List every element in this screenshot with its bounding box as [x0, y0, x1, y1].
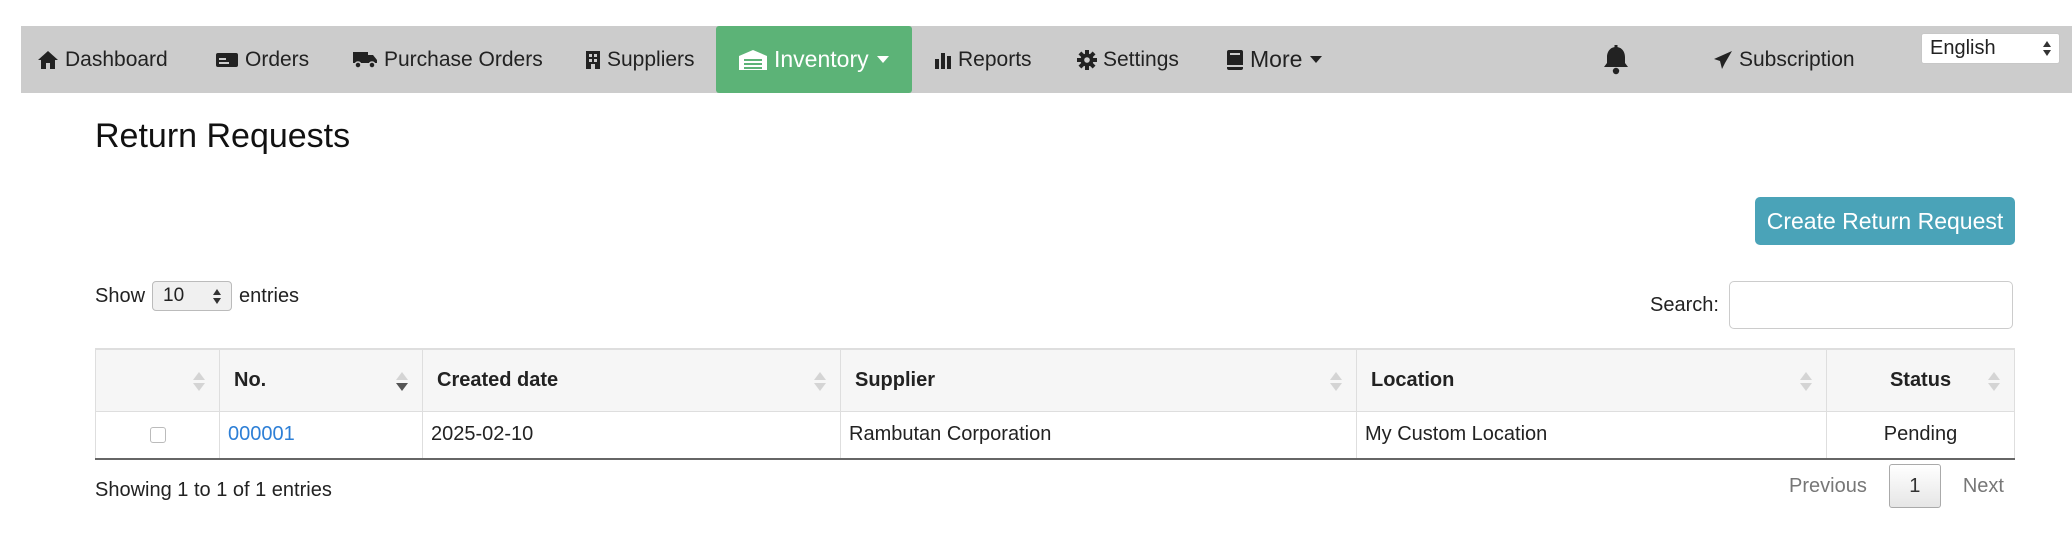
search-input[interactable] [1728, 281, 2013, 329]
top-navbar: Dashboard Orders Purchase Orders Supplie… [21, 26, 2072, 93]
column-header-created-date[interactable]: Created date [422, 349, 841, 412]
next-page-button[interactable]: Next [1941, 475, 2026, 498]
nav-settings[interactable]: Settings [1077, 26, 1179, 93]
table-search: Search: [1650, 281, 2013, 329]
nav-label: More [1250, 46, 1303, 72]
warehouse-icon [739, 49, 767, 70]
entries-label: entries [239, 284, 300, 307]
bell-icon [1604, 44, 1628, 74]
row-checkbox[interactable] [149, 426, 166, 443]
table-info: Showing 1 to 1 of 1 entries [95, 479, 332, 501]
table-header-row: No. Created date Supplier Location Statu… [95, 349, 2015, 412]
row-select-cell [95, 411, 220, 459]
return-request-link[interactable]: 000001 [228, 423, 295, 445]
sort-icon [1988, 372, 2000, 391]
column-header-select[interactable] [95, 349, 220, 412]
building-icon [586, 50, 600, 69]
book-icon [1227, 49, 1243, 70]
page-length-control: Show 10 entries [95, 281, 299, 311]
language-select[interactable]: English [1921, 33, 2060, 64]
nav-suppliers[interactable]: Suppliers [585, 26, 695, 93]
gear-icon [1077, 49, 1097, 70]
sort-desc-icon [396, 372, 408, 391]
page-button-current[interactable]: 1 [1888, 464, 1941, 508]
nav-reports[interactable]: Reports [934, 26, 1032, 93]
column-header-location[interactable]: Location [1356, 349, 1827, 412]
sort-icon [1330, 372, 1342, 391]
cell-status: Pending [1883, 423, 1958, 446]
show-label: Show [95, 284, 146, 307]
nav-orders[interactable]: Orders [215, 26, 309, 93]
select-arrows-icon [213, 288, 222, 304]
nav-label: Settings [1103, 47, 1179, 71]
nav-label: Suppliers [607, 47, 695, 71]
cell-created-date: 2025-02-10 [422, 411, 841, 459]
nav-dashboard[interactable]: Dashboard [37, 26, 168, 93]
nav-inventory[interactable]: Inventory [716, 26, 912, 93]
sort-icon [193, 372, 205, 391]
nav-label: Orders [245, 47, 310, 71]
pagination: Previous 1 Next [1767, 464, 2026, 508]
nav-purchase-orders[interactable]: Purchase Orders [352, 26, 543, 93]
notifications-button[interactable] [1602, 26, 1630, 93]
table-row: 000001 2025-02-10 Rambutan Corporation M… [95, 411, 2015, 459]
nav-subscription[interactable]: Subscription [1713, 26, 1855, 93]
nav-label: Dashboard [65, 47, 168, 71]
page-title: Return Requests [95, 117, 351, 155]
cell-no: 000001 [219, 411, 423, 459]
truck-icon [353, 51, 377, 69]
paper-plane-icon [1714, 50, 1732, 69]
previous-page-button[interactable]: Previous [1767, 475, 1889, 498]
credit-card-icon [216, 52, 238, 67]
column-header-no[interactable]: No. [219, 349, 423, 412]
cell-supplier: Rambutan Corporation [840, 411, 1357, 459]
sort-icon [814, 372, 826, 391]
nav-label: Purchase Orders [384, 47, 543, 71]
chevron-down-icon [876, 56, 889, 63]
page-length-select[interactable]: 10 [152, 281, 233, 311]
page-length-value: 10 [163, 285, 185, 306]
language-value: English [1930, 37, 1996, 59]
search-label: Search: [1650, 293, 1719, 316]
create-return-request-button[interactable]: Create Return Request [1755, 197, 2015, 245]
nav-label: Subscription [1739, 47, 1855, 71]
chevron-down-icon [1310, 56, 1323, 63]
return-requests-table: No. Created date Supplier Location Statu… [95, 348, 2015, 460]
column-header-supplier[interactable]: Supplier [840, 349, 1357, 412]
nav-label: Inventory [774, 46, 869, 72]
column-header-status[interactable]: Status [1826, 349, 2015, 412]
nav-more[interactable]: More [1226, 26, 1323, 93]
select-arrows-icon [2043, 41, 2051, 56]
nav-label: Reports [958, 47, 1032, 71]
cell-location: My Custom Location [1356, 411, 1827, 459]
bar-chart-icon [935, 52, 951, 69]
home-icon [38, 50, 58, 69]
sort-icon [1800, 372, 1812, 391]
